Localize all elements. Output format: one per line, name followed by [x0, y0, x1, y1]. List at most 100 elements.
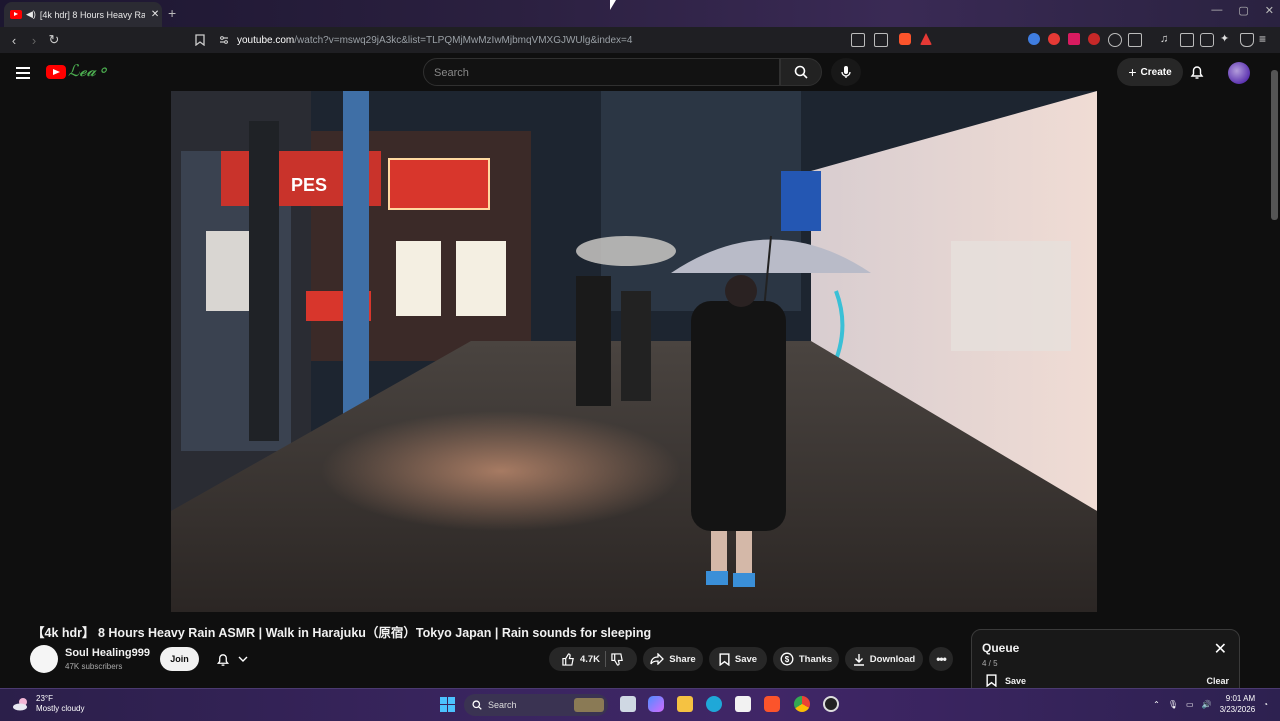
maximize-icon[interactable]: ▢ — [1238, 4, 1248, 17]
svg-text:$: $ — [785, 655, 790, 664]
address-bar[interactable]: youtube.com/watch?v=mswq29jA3kc&list=TLP… — [195, 30, 940, 50]
tray-display-icon[interactable]: ▭ — [1186, 700, 1194, 709]
youtube-doodle-logo[interactable]: ℒ𝓮𝓪⚬ — [68, 61, 109, 81]
brave-shields-icon[interactable] — [899, 33, 911, 45]
youtube-logo-icon[interactable] — [46, 65, 66, 79]
youtube-favicon-icon — [10, 10, 22, 19]
notifications-bell-icon[interactable] — [1190, 64, 1204, 80]
copilot-icon[interactable] — [648, 696, 664, 712]
video-player[interactable]: PES — [171, 91, 1097, 612]
thanks-label: Thanks — [798, 653, 833, 665]
wallet-icon[interactable] — [1200, 33, 1214, 47]
queue-panel: Queue 4 / 5 ✕ Save Clear — [971, 629, 1240, 693]
queue-save-button[interactable]: Save — [986, 674, 1026, 687]
search-icon — [794, 65, 808, 79]
forward-icon[interactable]: › — [24, 33, 44, 48]
cast-icon[interactable] — [851, 33, 865, 47]
extensions-puzzle-icon[interactable] — [1128, 33, 1142, 47]
save-button[interactable]: Save — [709, 647, 767, 671]
speaker-icon[interactable]: ◀) — [26, 9, 36, 20]
back-icon[interactable]: ‹ — [4, 33, 24, 48]
like-divider — [605, 651, 607, 667]
search-input[interactable]: Search — [423, 58, 780, 86]
bookmark-icon[interactable] — [195, 34, 205, 46]
browser-menu-icon[interactable]: ≡ — [1259, 33, 1271, 45]
tray-microphone-icon[interactable]: 🎙 — [1168, 700, 1178, 709]
task-view-icon[interactable] — [620, 696, 636, 712]
windows-taskbar: 23°F Mostly cloudy Search ⌃ 🎙 ▭ 🔊 9:01 A… — [0, 688, 1280, 721]
weather-cloud-icon — [13, 698, 27, 711]
reload-icon[interactable]: ↻ — [44, 32, 64, 48]
new-tab-button[interactable]: + — [168, 5, 176, 21]
account-avatar[interactable] — [1228, 62, 1250, 84]
brave-browser-icon[interactable] — [764, 696, 780, 712]
tray-volume-icon[interactable]: 🔊 — [1202, 700, 1212, 709]
url-path: /watch?v=mswq29jA3kc&list=TLPQMjMwMzIwMj… — [294, 34, 633, 46]
download-icon — [853, 653, 864, 666]
video-frame-image: PES — [171, 91, 1097, 612]
queue-close-icon[interactable]: ✕ — [1214, 639, 1227, 659]
sidebar-icon[interactable] — [1180, 33, 1194, 47]
dislike-thumbs-down-icon[interactable] — [611, 652, 624, 666]
super-thanks-icon: $ — [780, 652, 794, 666]
url-host: youtube.com — [237, 34, 295, 46]
chevron-down-icon — [238, 656, 248, 662]
microsoft-store-icon[interactable] — [735, 696, 751, 712]
more-horizontal-icon: ••• — [936, 652, 947, 666]
like-button[interactable]: 4.7K — [562, 652, 601, 666]
like-dislike-group: 4.7K — [549, 647, 637, 671]
browser-tab-active[interactable]: ◀) [4k hdr] 8 Hours Heavy Rain ✕ — [4, 2, 162, 27]
channel-avatar[interactable] — [30, 645, 58, 673]
create-button[interactable]: + Create — [1117, 58, 1183, 86]
leo-ai-icon[interactable]: ✦ — [1220, 33, 1232, 45]
chrome-browser-icon[interactable] — [794, 696, 810, 712]
like-count: 4.7K — [579, 653, 601, 665]
taskbar-search-box[interactable]: Search — [464, 694, 608, 716]
tab-close-icon[interactable]: ✕ — [151, 9, 159, 20]
page-scrollbar[interactable] — [1271, 70, 1278, 220]
obs-studio-icon[interactable] — [823, 696, 839, 712]
join-button[interactable]: Join — [160, 647, 199, 671]
bell-icon — [217, 653, 229, 666]
notification-center-icon[interactable]: ◔ — [1263, 700, 1268, 709]
store-sign-text: PES — [291, 175, 327, 195]
file-explorer-icon[interactable] — [677, 696, 693, 712]
thanks-button[interactable]: $ Thanks — [773, 647, 839, 671]
share-button[interactable]: Share — [643, 647, 703, 671]
weather-widget[interactable]: 23°F Mostly cloudy — [12, 694, 84, 714]
taskbar-search-label: Search — [488, 700, 517, 710]
hamburger-menu-icon[interactable] — [16, 67, 30, 82]
media-music-icon[interactable]: ♫ — [1160, 33, 1172, 45]
minimize-icon[interactable]: — — [1211, 4, 1222, 17]
search-button[interactable] — [780, 58, 822, 86]
create-label: Create — [1140, 66, 1172, 78]
taskbar-clock[interactable]: 9:01 AM 3/23/2026 — [1220, 693, 1256, 715]
site-settings-icon[interactable] — [219, 35, 229, 45]
edge-browser-icon[interactable] — [706, 696, 722, 712]
share-page-icon[interactable] — [874, 33, 888, 47]
extension-red-icon[interactable] — [1068, 33, 1080, 45]
channel-name[interactable]: Soul Healing999 — [65, 647, 150, 659]
queue-save-bookmark-icon — [986, 674, 997, 687]
extension-youtube-icon[interactable] — [1048, 33, 1060, 45]
system-tray: ⌃ 🎙 ▭ 🔊 9:01 AM 3/23/2026 ◔ — [1153, 693, 1268, 715]
video-title: 【4k hdr】 8 Hours Heavy Rain ASMR | Walk … — [32, 626, 652, 640]
extension-record-icon[interactable] — [1088, 33, 1100, 45]
voice-search-button[interactable] — [831, 58, 861, 86]
windows-start-icon[interactable] — [440, 697, 455, 712]
download-button[interactable]: Download — [845, 647, 923, 671]
extension-blue-icon[interactable] — [1028, 33, 1040, 45]
window-close-icon[interactable]: ✕ — [1265, 4, 1274, 17]
vpn-shield-icon[interactable] — [1240, 33, 1254, 47]
extension-grey-icon[interactable] — [1108, 33, 1122, 47]
browser-tabstrip: ◀) [4k hdr] 8 Hours Heavy Rain ✕ + — ▢ ✕ — [0, 0, 1280, 27]
queue-clear-button[interactable]: Clear — [1206, 676, 1229, 686]
thumbs-up-icon — [562, 652, 574, 666]
tray-overflow-chevron-icon[interactable]: ⌃ — [1153, 700, 1160, 709]
subscriber-count: 47K subscribers — [65, 662, 123, 671]
subscription-bell-button[interactable] — [208, 647, 256, 671]
mouse-cursor-icon — [610, 0, 616, 10]
download-label: Download — [869, 653, 916, 665]
save-label: Save — [734, 653, 758, 665]
more-actions-button[interactable]: ••• — [929, 647, 953, 671]
